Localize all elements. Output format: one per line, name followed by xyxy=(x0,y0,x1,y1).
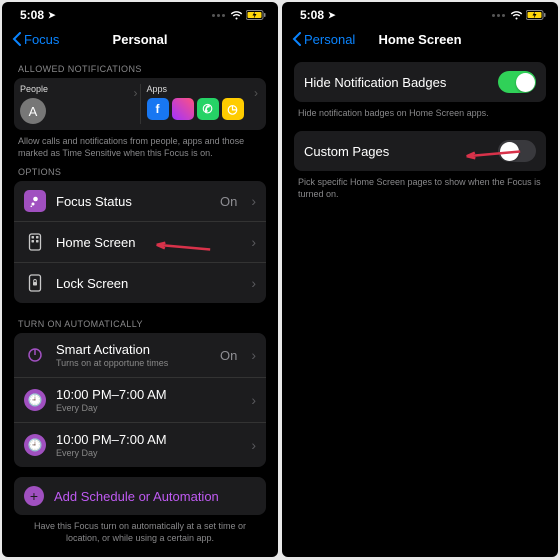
nav-bar: Focus Personal xyxy=(2,24,278,56)
home-screen-icon xyxy=(24,231,46,253)
chevron-right-icon: › xyxy=(254,86,258,100)
custom-pages-toggle[interactable] xyxy=(498,140,536,162)
battery-icon xyxy=(246,10,266,20)
clock-icon: 🕘 xyxy=(24,389,46,411)
messenger-icon xyxy=(172,98,194,120)
chevron-left-icon xyxy=(292,32,302,46)
schedule-label: 10:00 PM–7:00 AM xyxy=(56,387,237,402)
back-label: Personal xyxy=(304,32,355,47)
page-title: Personal xyxy=(113,32,168,47)
people-cell[interactable]: People A › xyxy=(20,84,141,124)
schedule-sub: Every Day xyxy=(56,448,237,458)
location-icon: ➤ xyxy=(328,10,336,21)
schedule-sub: Every Day xyxy=(56,403,237,413)
chevron-right-icon: › xyxy=(251,437,256,453)
chevron-right-icon: › xyxy=(251,392,256,408)
schedule-row-2[interactable]: 🕘 10:00 PM–7:00 AM Every Day › xyxy=(14,423,266,467)
status-time: 5:08 xyxy=(300,8,324,22)
custom-pages-row: Custom Pages xyxy=(294,131,546,171)
back-button[interactable]: Focus xyxy=(12,32,59,47)
automation-card: Smart Activation Turns on at opportune t… xyxy=(14,333,266,467)
section-header-options: OPTIONS xyxy=(18,167,262,177)
smart-activation-label: Smart Activation xyxy=(56,342,210,357)
add-schedule-button[interactable]: + Add Schedule or Automation xyxy=(14,477,266,515)
whatsapp-icon: ✆ xyxy=(197,98,219,120)
recents-icon xyxy=(489,14,507,17)
schedule-row-1[interactable]: 🕘 10:00 PM–7:00 AM Every Day › xyxy=(14,378,266,423)
recents-icon xyxy=(209,14,227,17)
smart-value: On xyxy=(220,348,237,363)
phone-right: 5:08 ➤ Personal Home Screen Hide Notific… xyxy=(282,2,558,557)
wifi-icon xyxy=(510,10,523,20)
option-label: Lock Screen xyxy=(56,276,237,291)
options-card: Focus Status On › Home Screen › Lock Scr… xyxy=(14,181,266,303)
section-header-allowed: ALLOWED NOTIFICATIONS xyxy=(18,64,262,74)
option-focus-status[interactable]: Focus Status On › xyxy=(14,181,266,222)
apps-label: Apps xyxy=(147,84,261,94)
chevron-left-icon xyxy=(12,32,22,46)
allowed-footer: Allow calls and notifications from peopl… xyxy=(18,135,262,159)
schedule-label: 10:00 PM–7:00 AM xyxy=(56,432,237,447)
facebook-icon: f xyxy=(147,98,169,120)
focus-status-icon xyxy=(24,190,46,212)
plus-icon: + xyxy=(24,486,44,506)
chevron-right-icon: › xyxy=(251,275,256,291)
clock-icon: 🕘 xyxy=(24,434,46,456)
hide-badges-toggle[interactable] xyxy=(498,71,536,93)
hide-badges-label: Hide Notification Badges xyxy=(304,75,488,90)
add-schedule-label: Add Schedule or Automation xyxy=(54,489,256,504)
phone-left: 5:08 ➤ Focus Personal ALLOWED NOTIFICATI… xyxy=(2,2,278,557)
option-home-screen[interactable]: Home Screen › xyxy=(14,222,266,263)
smart-activation-sub: Turns on at opportune times xyxy=(56,358,210,368)
chevron-right-icon: › xyxy=(134,86,138,100)
option-value: On xyxy=(220,194,237,209)
auto-footer: Have this Focus turn on automatically at… xyxy=(18,520,262,544)
hide-badges-footer: Hide notification badges on Home Screen … xyxy=(298,107,542,119)
back-label: Focus xyxy=(24,32,59,47)
hide-badges-row: Hide Notification Badges xyxy=(294,62,546,102)
status-time: 5:08 xyxy=(20,8,44,22)
apps-cell[interactable]: Apps f ✆ ◷ › xyxy=(147,84,261,124)
section-header-auto: TURN ON AUTOMATICALLY xyxy=(18,319,262,329)
custom-pages-label: Custom Pages xyxy=(304,144,488,159)
power-icon xyxy=(24,344,46,366)
add-schedule-card: + Add Schedule or Automation xyxy=(14,477,266,515)
allowed-notifications-card: People A › Apps f ✆ ◷ › xyxy=(14,78,266,130)
option-label: Home Screen xyxy=(56,235,237,250)
app-icons: f ✆ ◷ xyxy=(147,98,261,120)
chevron-right-icon: › xyxy=(251,347,256,363)
location-icon: ➤ xyxy=(48,10,56,21)
wifi-icon xyxy=(230,10,243,20)
avatar: A xyxy=(20,98,46,124)
lock-screen-icon xyxy=(24,272,46,294)
clock-icon: ◷ xyxy=(222,98,244,120)
page-title: Home Screen xyxy=(378,32,461,47)
nav-bar: Personal Home Screen xyxy=(282,24,558,56)
option-label: Focus Status xyxy=(56,194,210,209)
status-bar: 5:08 ➤ xyxy=(2,2,278,24)
people-label: People xyxy=(20,84,134,94)
chevron-right-icon: › xyxy=(251,193,256,209)
status-bar: 5:08 ➤ xyxy=(282,2,558,24)
smart-activation-row[interactable]: Smart Activation Turns on at opportune t… xyxy=(14,333,266,378)
option-lock-screen[interactable]: Lock Screen › xyxy=(14,263,266,303)
battery-icon xyxy=(526,10,546,20)
custom-pages-footer: Pick specific Home Screen pages to show … xyxy=(298,176,542,200)
chevron-right-icon: › xyxy=(251,234,256,250)
back-button[interactable]: Personal xyxy=(292,32,355,47)
